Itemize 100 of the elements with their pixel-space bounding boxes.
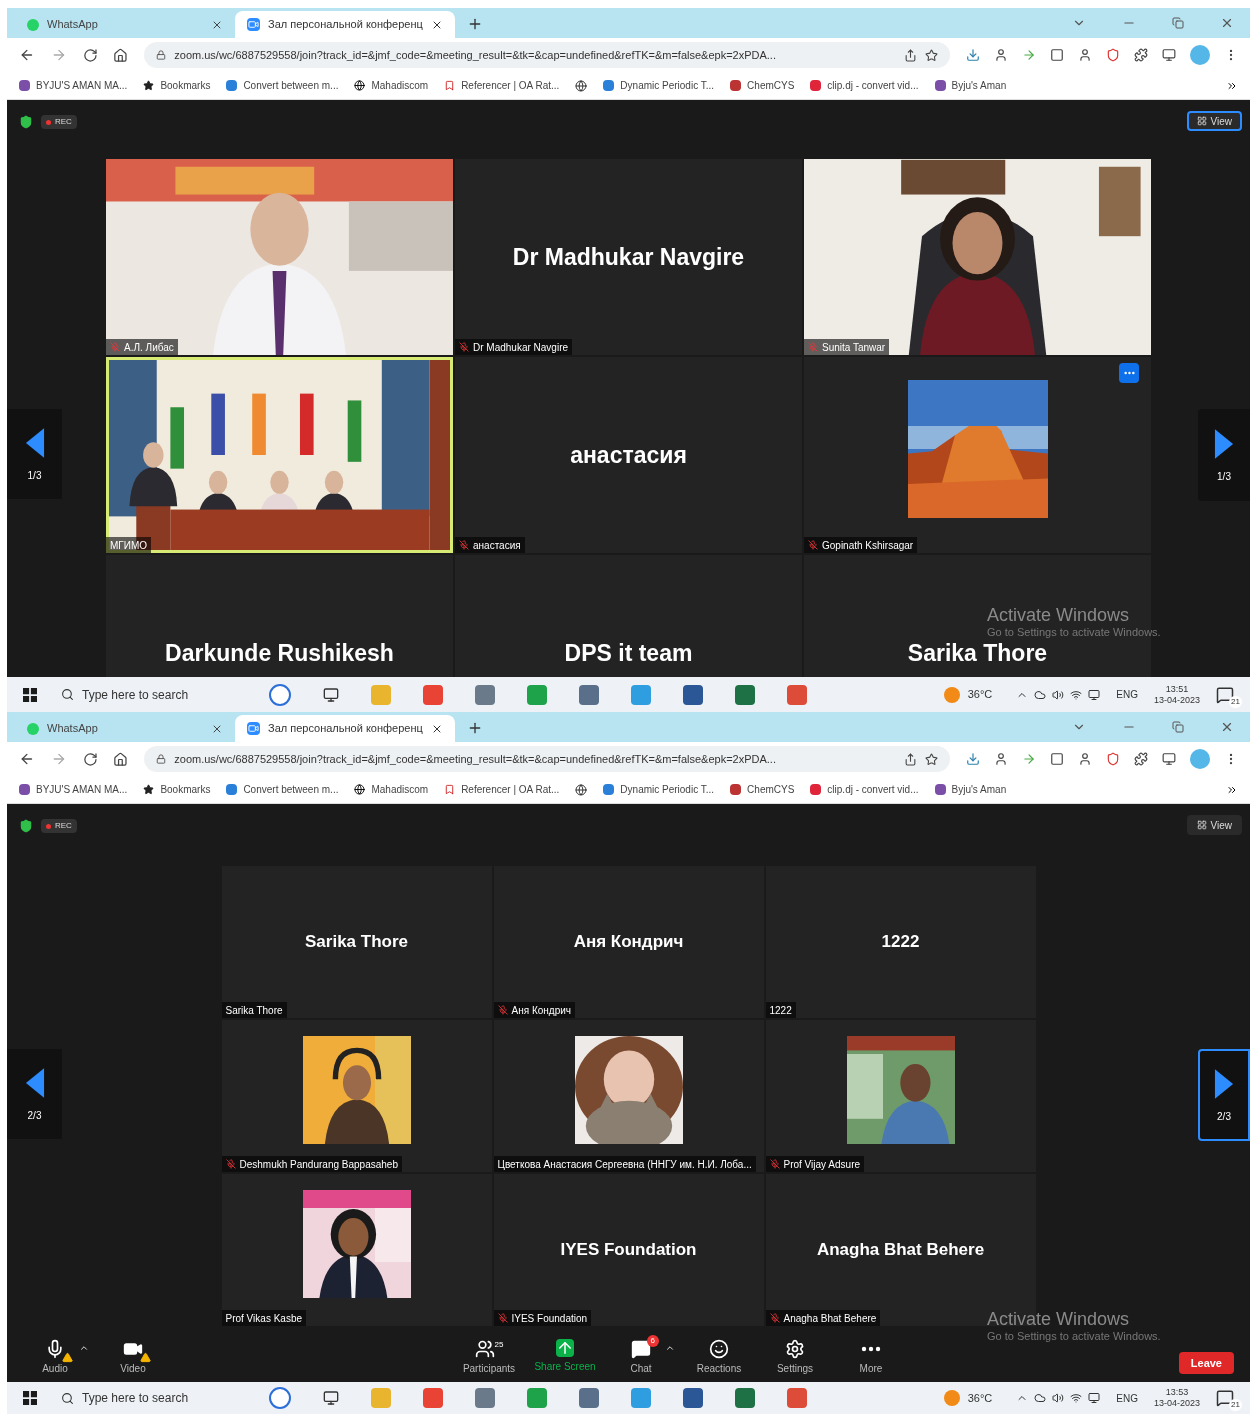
network-icon[interactable] <box>1070 688 1083 701</box>
cloud-icon[interactable] <box>1034 688 1047 701</box>
app-icon[interactable] <box>475 684 495 705</box>
extension-icon[interactable] <box>1078 752 1092 766</box>
start-icon[interactable] <box>23 687 37 702</box>
cloud-icon[interactable] <box>1034 1392 1047 1404</box>
new-tab-icon[interactable] <box>467 16 483 32</box>
restore-icon[interactable] <box>1172 17 1184 29</box>
leave-button[interactable]: Leave <box>1178 1352 1234 1374</box>
extension-icon[interactable] <box>1050 752 1064 766</box>
browser-tab[interactable]: WhatsApp <box>15 11 235 38</box>
taskbar-search-field[interactable]: Type here to search <box>53 681 253 708</box>
clock[interactable]: 13:51 13-04-2023 <box>1153 683 1200 706</box>
home-icon[interactable] <box>113 751 129 767</box>
bookmark-link[interactable]: Bookmarks <box>160 78 211 93</box>
network-icon[interactable] <box>1070 1392 1083 1404</box>
back-icon[interactable] <box>19 751 35 767</box>
bookmark-link[interactable]: Convert between m... <box>243 782 339 797</box>
participant-display-name: DPS it team <box>564 638 693 668</box>
next-page-button[interactable]: 1/3 <box>1198 409 1250 501</box>
close-icon[interactable] <box>1220 16 1234 30</box>
meeting-control[interactable]: Settings <box>763 1338 827 1376</box>
back-icon[interactable] <box>19 47 35 63</box>
extension-icon[interactable] <box>994 752 1008 766</box>
volume-icon[interactable] <box>1052 1392 1065 1404</box>
bookmark-link[interactable]: Byju's Aman <box>951 782 1007 797</box>
app-icon[interactable] <box>579 684 599 705</box>
task-view-icon[interactable] <box>323 686 339 703</box>
app-icon[interactable] <box>787 684 807 705</box>
bookmark-star-icon[interactable] <box>925 48 938 62</box>
more-button[interactable] <box>1119 363 1139 383</box>
extension-icon[interactable] <box>1134 752 1148 766</box>
reload-icon[interactable] <box>82 47 98 63</box>
globe-icon[interactable] <box>575 783 588 796</box>
bookmark-link[interactable]: ChemCYS <box>747 78 795 93</box>
bookmark-link[interactable]: ChemCYS <box>747 782 795 797</box>
bookmark-link[interactable]: Bookmarks <box>160 782 211 797</box>
input-language[interactable]: ENG <box>1116 687 1138 702</box>
new-tab-icon[interactable] <box>467 720 483 736</box>
taskbar-search-field[interactable]: Type here to search <box>53 1385 253 1411</box>
extension-icon[interactable] <box>1134 48 1148 62</box>
globe-icon[interactable] <box>575 79 588 92</box>
app-icon[interactable] <box>527 684 547 705</box>
browser-tab[interactable]: WhatsApp <box>15 715 235 742</box>
display-icon[interactable] <box>1088 1392 1101 1404</box>
bookmark-link[interactable]: Dynamic Periodic T... <box>620 782 715 797</box>
volume-icon[interactable] <box>1052 688 1065 701</box>
task-view-icon[interactable] <box>323 1390 339 1406</box>
view-button[interactable]: View <box>1186 815 1242 835</box>
input-language[interactable]: ENG <box>1116 1390 1138 1406</box>
app-icon[interactable] <box>579 1388 599 1408</box>
previous-page-button[interactable]: 2/3 <box>7 1049 62 1139</box>
extension-icon[interactable] <box>1106 48 1120 62</box>
display-icon[interactable] <box>1088 688 1101 701</box>
meeting-control[interactable]: Reactions <box>687 1338 751 1376</box>
bookmark-link[interactable]: BYJU'S AMAN MA... <box>36 78 128 93</box>
extension-icon[interactable] <box>1162 752 1176 766</box>
bookmark-link[interactable]: Referencer | OA Rat... <box>461 782 560 797</box>
clock[interactable]: 13:53 13-04-2023 <box>1153 1387 1200 1409</box>
reload-icon[interactable] <box>82 751 98 767</box>
app-icon[interactable] <box>683 684 703 705</box>
address-bar[interactable]: zoom.us/wc/6887529558/join?track_id=&jmf_code=&meeting_result=&tk=&cap=undefined&refTK=&m=false&epk=2xPDA... <box>144 42 950 68</box>
restore-icon[interactable] <box>1172 721 1184 733</box>
bookmark-link[interactable]: Dynamic Periodic T... <box>620 78 715 93</box>
bookmark-link[interactable]: Referencer | OA Rat... <box>461 78 560 93</box>
meeting-control[interactable]: Share Screen <box>533 1338 597 1374</box>
extension-icon[interactable] <box>1050 48 1064 62</box>
previous-page-button[interactable]: 1/3 <box>7 409 62 499</box>
view-button[interactable]: View <box>1186 111 1242 131</box>
close-icon[interactable] <box>1220 720 1234 734</box>
bookmark-link[interactable]: Convert between m... <box>243 78 339 93</box>
app-icon[interactable] <box>475 1388 495 1408</box>
meeting-control[interactable]: Audio <box>23 1338 87 1376</box>
app-icon[interactable] <box>423 684 443 705</box>
app-icon[interactable] <box>735 684 755 705</box>
bookmark-link[interactable]: clip.dj - convert vid... <box>827 782 919 797</box>
app-icon[interactable] <box>735 1388 755 1408</box>
extension-icon[interactable] <box>1106 752 1120 766</box>
extension-icon[interactable] <box>1078 48 1092 62</box>
browser-tab[interactable]: Зал персональной конференц <box>235 715 455 742</box>
extension-icon[interactable] <box>1162 48 1176 62</box>
address-bar[interactable]: zoom.us/wc/6887529558/join?track_id=&jmf_code=&meeting_result=&tk=&cap=undefined&refTK=&m=false&epk=2xPDA... <box>144 746 950 772</box>
bookmark-link[interactable]: Byju's Aman <box>951 78 1007 93</box>
app-icon[interactable] <box>631 684 651 705</box>
extension-icon[interactable] <box>994 48 1008 62</box>
home-icon[interactable] <box>113 47 129 63</box>
bookmark-link[interactable]: BYJU'S AMAN MA... <box>36 782 128 797</box>
bookmark-link[interactable]: clip.dj - convert vid... <box>827 78 919 93</box>
bookmark-link[interactable]: Mahadiscom <box>371 782 429 797</box>
meeting-control[interactable]: 25 Participants <box>457 1338 521 1376</box>
browser-tab[interactable]: Зал персональной конференц <box>235 11 455 38</box>
bookmark-link[interactable]: Mahadiscom <box>371 78 429 93</box>
app-icon[interactable] <box>683 1388 703 1408</box>
start-icon[interactable] <box>23 1391 37 1405</box>
bookmark-star-icon[interactable] <box>925 752 938 766</box>
next-page-button[interactable]: 2/3 <box>1198 1049 1250 1141</box>
share-icon[interactable] <box>904 752 917 766</box>
meeting-control[interactable]: Video <box>101 1338 165 1376</box>
share-icon[interactable] <box>904 48 917 62</box>
meeting-control[interactable]: More <box>839 1338 903 1376</box>
